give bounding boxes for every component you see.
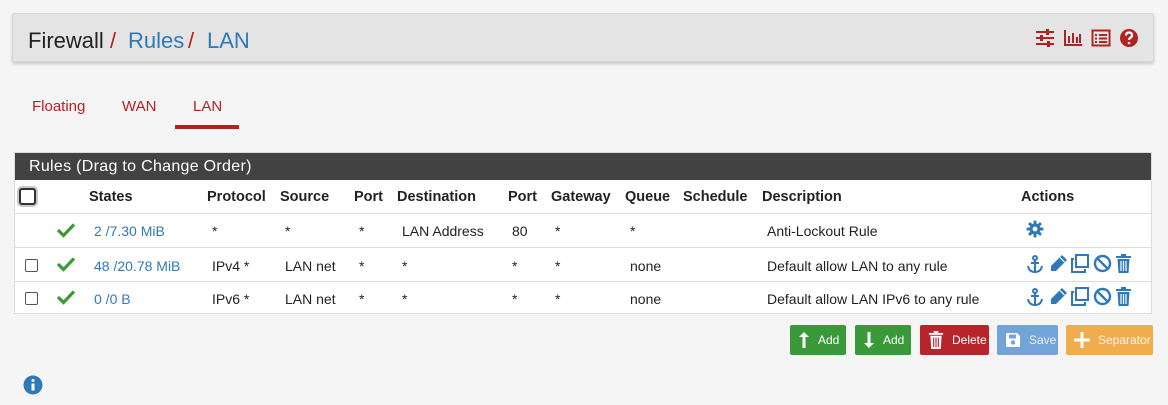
pencil-icon[interactable] (1049, 254, 1068, 273)
column-header-destination[interactable]: Destination (397, 189, 476, 205)
tab-floating[interactable]: Floating (32, 98, 85, 115)
help-icon[interactable] (1119, 28, 1139, 48)
bar-chart-icon[interactable] (1063, 28, 1083, 48)
column-header-gateway[interactable]: Gateway (551, 189, 611, 205)
pencil-icon[interactable] (1049, 287, 1068, 306)
column-header-queue[interactable]: Queue (625, 189, 670, 205)
delete-label: Delete (952, 333, 987, 347)
trash-icon[interactable] (1115, 287, 1132, 306)
select-all-checkbox[interactable] (19, 188, 36, 205)
column-header-description[interactable]: Description (762, 189, 842, 205)
arrow-up-icon (799, 332, 809, 348)
breadcrumb-separator: / (110, 28, 117, 53)
protocol-cell: IPv6 * (212, 291, 250, 307)
breadcrumb-rules[interactable]: Rules (128, 28, 184, 54)
description-cell: Default allow LAN IPv6 to any rule (767, 291, 980, 307)
add-top-button[interactable]: Add (790, 325, 846, 355)
column-header-actions: Actions (1021, 189, 1075, 205)
source-port-cell: * (359, 223, 365, 239)
protocol-cell: * (212, 223, 218, 239)
disable-icon[interactable] (1093, 254, 1112, 273)
source-cell: * (285, 223, 291, 239)
breadcrumb-separator: / (188, 28, 195, 53)
destination-port-cell: * (512, 291, 518, 307)
panel-title: Rules (Drag to Change Order) (15, 153, 1151, 180)
description-cell: Anti-Lockout Rule (767, 223, 878, 239)
column-header-schedule[interactable]: Schedule (683, 189, 747, 205)
states-link[interactable]: 48 /20.78 MiB (94, 258, 180, 274)
disable-icon[interactable] (1093, 287, 1112, 306)
column-header-protocol[interactable]: Protocol (207, 189, 266, 205)
row-divider (15, 281, 1151, 282)
page-header: Firewall / Rules / LAN (12, 13, 1154, 62)
destination-cell: LAN Address (402, 223, 484, 239)
queue-cell: none (630, 258, 662, 274)
source-cell: LAN net (285, 258, 336, 274)
copy-icon[interactable] (1071, 254, 1090, 273)
states-link[interactable]: 0 /0 B (94, 291, 131, 307)
column-header-source[interactable]: Source (280, 189, 329, 205)
gateway-cell: * (555, 258, 561, 274)
plus-icon (1074, 332, 1090, 348)
gateway-cell: * (555, 223, 561, 239)
queue-cell: * (630, 223, 636, 239)
queue-cell: none (630, 291, 662, 307)
column-header-states[interactable]: States (89, 189, 133, 205)
trash-icon[interactable] (1115, 254, 1132, 273)
add-top-label: Add (818, 333, 840, 347)
destination-port-cell: 80 (512, 223, 528, 239)
source-port-cell: * (359, 258, 365, 274)
active-tab-indicator (175, 125, 239, 129)
save-button[interactable]: Save (997, 325, 1058, 355)
source-port-cell: * (359, 291, 365, 307)
anchor-icon[interactable] (1026, 288, 1044, 307)
row-checkbox[interactable] (25, 292, 38, 305)
header-actions (1035, 28, 1139, 48)
breadcrumb-lan[interactable]: LAN (207, 28, 250, 54)
row-divider (15, 213, 1151, 214)
column-header-port[interactable]: Port (508, 189, 537, 205)
states-link[interactable]: 2 /7.30 MiB (94, 223, 165, 239)
separator-button[interactable]: Separator (1066, 325, 1153, 355)
protocol-cell: IPv4 * (212, 258, 250, 274)
destination-cell: * (402, 258, 408, 274)
copy-icon[interactable] (1071, 287, 1090, 306)
anchor-icon[interactable] (1026, 255, 1044, 274)
arrow-down-icon (864, 332, 874, 348)
description-cell: Default allow LAN to any rule (767, 258, 948, 274)
gateway-cell: * (555, 291, 561, 307)
destination-port-cell: * (512, 258, 518, 274)
rules-panel: Rules (Drag to Change Order) States Prot… (14, 152, 1152, 314)
trash-icon (928, 331, 944, 349)
save-icon (1006, 333, 1020, 347)
settings-sliders-icon[interactable] (1035, 28, 1055, 48)
source-cell: LAN net (285, 291, 336, 307)
list-icon[interactable] (1091, 28, 1111, 48)
row-divider (15, 247, 1151, 248)
check-icon (56, 257, 76, 272)
delete-button[interactable]: Delete (920, 325, 989, 355)
column-header-port[interactable]: Port (354, 189, 383, 205)
save-label: Save (1029, 333, 1057, 347)
add-bottom-button[interactable]: Add (855, 325, 911, 355)
tab-lan[interactable]: LAN (193, 98, 222, 115)
add-bottom-label: Add (883, 333, 905, 347)
gear-icon[interactable] (1026, 220, 1044, 238)
row-checkbox[interactable] (25, 259, 38, 272)
separator-label: Separator (1098, 333, 1151, 347)
destination-cell: * (402, 291, 408, 307)
check-icon (56, 223, 76, 238)
info-icon[interactable] (23, 375, 43, 395)
breadcrumb-firewall: Firewall (28, 28, 104, 53)
check-icon (56, 290, 76, 305)
tab-wan[interactable]: WAN (122, 98, 156, 115)
